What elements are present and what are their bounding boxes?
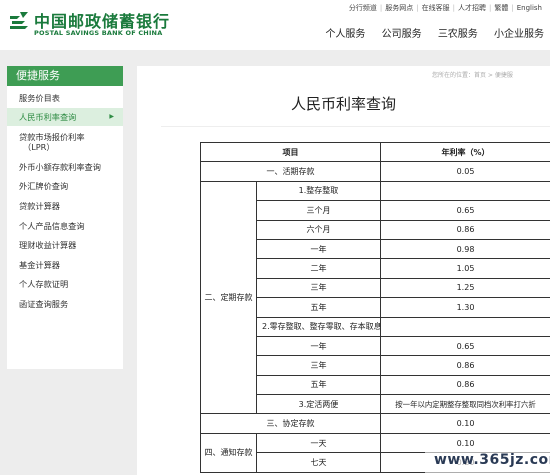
row-term: 一年 (256, 238, 381, 260)
psbc-logo-icon (10, 12, 28, 29)
header-rate: 年利率（%） (380, 141, 550, 163)
triangle-right-icon: ▶ (109, 113, 114, 120)
sidebar-item-price-list[interactable]: 服务价目表 (7, 93, 123, 103)
row-term: 三个月 (256, 200, 381, 221)
row-label-notice: 四、通知存款 (200, 432, 257, 473)
sidebar-item-label: 贷款市场报价利率 (19, 132, 85, 142)
row-rate: 0.65 (380, 335, 550, 357)
main-content: 您所在的位置：首页 > 便捷服 人民币利率查询 项目 年利率（%） 一、活期存款… (137, 66, 550, 475)
link-service-outlets[interactable]: 服务网点 (385, 4, 413, 12)
row-term: 六个月 (256, 219, 381, 240)
row-label: 2.零存整取、整存零取、存本取息 (256, 316, 381, 337)
row-rate: 0.86 (380, 219, 550, 240)
page-title: 人民币利率查询 (290, 95, 396, 113)
main-nav: 个人服务 公司服务 三农服务 小企业服务 (312, 25, 544, 40)
separator: | (379, 4, 383, 12)
sidebar-item-label-2: （LPR） (23, 142, 55, 152)
separator: | (489, 4, 492, 12)
row-rate: 1.30 (380, 297, 550, 318)
row-label: 三、协定存款 (200, 413, 381, 434)
row-term: 三年 (256, 277, 381, 299)
sidebar-item-label: 人民币利率查询 (19, 112, 77, 122)
nav-corporate[interactable]: 公司服务 (382, 29, 422, 40)
row-label: 1.整存整取 (256, 180, 381, 202)
row-label: 3.定活两便 (256, 394, 381, 415)
separator: | (416, 4, 419, 12)
row-rate: 0.86 (380, 374, 550, 396)
nav-rural[interactable]: 三农服务 (438, 29, 478, 40)
row-rate (380, 180, 550, 202)
separator: | (511, 4, 514, 12)
sidebar-item-product-info[interactable]: 个人产品信息查询 (7, 221, 123, 231)
sidebar-item-lpr[interactable]: 贷款市场报价利率 （LPR） (7, 132, 123, 152)
sidebar-title: 便捷服务 (7, 66, 123, 86)
row-rate: 0.86 (380, 355, 550, 376)
site-header: 中国邮政储蓄银行 POSTAL SAVINGS BANK OF CHINA 分行… (0, 0, 550, 50)
row-term: 二年 (256, 258, 381, 279)
sidebar-item-fund-calculator[interactable]: 基金计算器 (7, 260, 123, 270)
row-label-fixed: 二、定期存款 (200, 180, 257, 415)
link-online-service[interactable]: 在线客服 (422, 4, 450, 12)
table-row: 一、活期存款 0.05 (200, 161, 550, 182)
row-rate: 0.98 (380, 238, 550, 260)
breadcrumb: 您所在的位置：首页 > 便捷服 (432, 72, 513, 79)
row-rate: 1.25 (380, 277, 550, 299)
link-branch-channel[interactable]: 分行频道 (349, 4, 377, 12)
sidebar-item-deposit-certificate[interactable]: 个人存款证明 (7, 279, 123, 289)
sidebar-item-wealth-calculator[interactable]: 理财收益计算器 (7, 240, 123, 250)
row-rate: 0.05 (380, 161, 550, 182)
row-term: 一天 (256, 432, 381, 454)
row-rate (380, 316, 550, 337)
nav-personal[interactable]: 个人服务 (325, 29, 365, 40)
table-row: 三、协定存款 0.10 (200, 413, 550, 434)
row-rate: 1.05 (380, 258, 550, 279)
table-header-row: 项目 年利率（%） (200, 141, 550, 163)
sidebar: 便捷服务 服务价目表 人民币利率查询 ▶ 贷款市场报价利率 （LPR） 外币小额… (7, 66, 123, 369)
logo-text-en: POSTAL SAVINGS BANK OF CHINA (34, 29, 163, 37)
row-rate: 按一年以内定期整存整取同档次利率打六折 (380, 394, 550, 415)
watermark-text: www.365jz.com (434, 452, 550, 468)
interest-rate-table: 项目 年利率（%） 一、活期存款 0.05 二、定期存款 1.整存整取 三个月 0… (200, 141, 550, 473)
link-traditional-chinese[interactable]: 繁體 (494, 4, 508, 12)
sidebar-item-loan-calculator[interactable]: 贷款计算器 (7, 201, 123, 211)
divider (161, 126, 550, 127)
row-term: 七天 (256, 452, 381, 473)
link-english[interactable]: English (517, 4, 542, 12)
header-item: 项目 (200, 141, 381, 163)
link-recruitment[interactable]: 人才招聘 (458, 4, 486, 12)
table-row: 二、定期存款 1.整存整取 (200, 180, 550, 415)
separator: | (452, 4, 455, 12)
row-term: 一年 (256, 335, 381, 357)
row-term: 五年 (256, 297, 381, 318)
row-rate: 0.65 (380, 200, 550, 221)
bank-logo[interactable]: 中国邮政储蓄银行 POSTAL SAVINGS BANK OF CHINA (8, 8, 169, 38)
top-links: 分行频道 | 服务网点 | 在线客服 | 人才招聘 | 繁體 | English (349, 3, 542, 13)
row-term: 三年 (256, 355, 381, 376)
row-rate: 0.10 (380, 413, 550, 434)
sidebar-item-fx-deposit-rates[interactable]: 外币小额存款利率查询 (7, 162, 123, 172)
sidebar-item-fx-quotes[interactable]: 外汇牌价查询 (7, 181, 123, 191)
row-term: 五年 (256, 374, 381, 396)
row-label: 一、活期存款 (200, 161, 381, 182)
sidebar-item-confirmation-query[interactable]: 函证查询服务 (7, 299, 123, 309)
nav-small-business[interactable]: 小企业服务 (494, 29, 544, 40)
sidebar-item-rmb-rates[interactable]: 人民币利率查询 ▶ (7, 108, 123, 126)
